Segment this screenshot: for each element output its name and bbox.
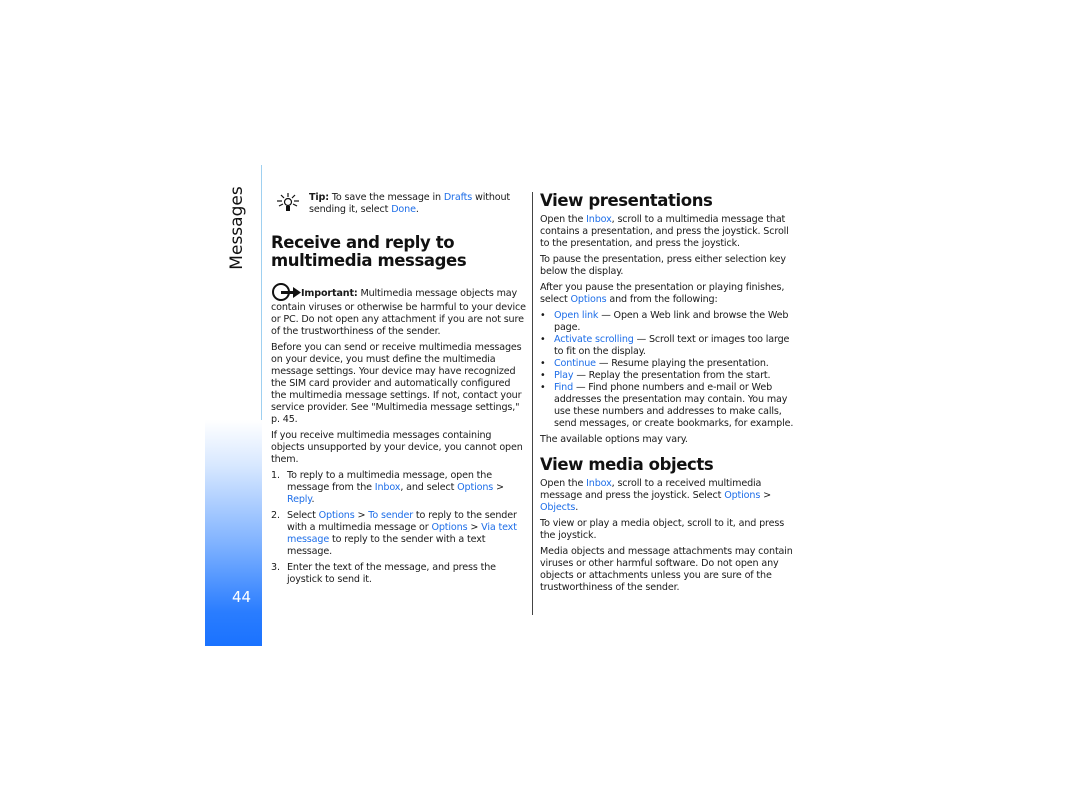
- important-note: Important: Multimedia message objects ma…: [271, 282, 527, 338]
- right-column: View presentations Open the Inbox, scrol…: [540, 192, 796, 598]
- list-item: • Open link — Open a Web link and browse …: [540, 310, 789, 333]
- list-item: 2. Select Options > To sender to reply t…: [271, 510, 517, 557]
- section-label-text: Messages: [227, 186, 247, 270]
- steps-list: 1. To reply to a multimedia message, ope…: [271, 470, 527, 586]
- options-link: Options: [570, 294, 607, 305]
- option-open-link: Open link: [554, 310, 599, 321]
- bullet-icon: •: [540, 382, 546, 393]
- bullet-icon: •: [540, 334, 546, 345]
- bullet-icon: •: [540, 370, 546, 381]
- section-heading-view-media-objects: View media objects: [540, 455, 714, 474]
- list-item: • Activate scrolling — Scroll text or ima…: [540, 334, 790, 357]
- paragraph: Open the Inbox, scroll to a received mul…: [540, 478, 771, 513]
- important-label: Important:: [301, 288, 358, 299]
- section-label: Messages: [222, 186, 252, 270]
- inbox-link: Inbox: [586, 214, 612, 225]
- presentation-options-list: • Open link — Open a Web link and browse …: [540, 310, 796, 430]
- option-find: Find: [554, 382, 574, 393]
- option-play: Play: [554, 370, 574, 381]
- tip-note: Tip: To save the message in Drafts witho…: [271, 192, 527, 216]
- list-item: • Play — Replay the presentation from the…: [540, 370, 771, 381]
- option-continue: Continue: [554, 358, 596, 369]
- page-number-tab: [205, 420, 262, 646]
- inbox-link: Inbox: [374, 482, 401, 493]
- section-heading-receive-reply: Receive and reply to multimedia messages: [271, 233, 467, 270]
- page-number: 44: [232, 588, 252, 606]
- inbox-link: Inbox: [586, 478, 612, 489]
- lightbulb-icon: [277, 193, 299, 211]
- list-item: • Find — Find phone numbers and e-mail or…: [540, 382, 794, 429]
- important-icon: [272, 283, 301, 301]
- bullet-icon: •: [540, 310, 546, 321]
- option-activate-scrolling: Activate scrolling: [554, 334, 634, 345]
- paragraph: The available options may vary.: [540, 434, 688, 445]
- options-link: Options: [318, 510, 355, 521]
- options-link: Options: [724, 490, 761, 501]
- paragraph: Before you can send or receive multimedi…: [271, 342, 522, 425]
- drafts-link: Drafts: [443, 192, 473, 203]
- column-divider: [532, 192, 533, 615]
- options-link: Options: [431, 522, 468, 533]
- paragraph: To view or play a media object, scroll t…: [540, 518, 785, 541]
- options-link: Options: [457, 482, 494, 493]
- paragraph: If you receive multimedia messages conta…: [271, 430, 523, 465]
- list-item: 3. Enter the text of the message, and pr…: [271, 562, 496, 585]
- list-item: • Continue — Resume playing the presentat…: [540, 358, 769, 369]
- reply-link: Reply: [287, 494, 312, 505]
- section-heading-view-presentations: View presentations: [540, 191, 713, 210]
- to-sender-link: To sender: [368, 510, 413, 521]
- list-item: 1. To reply to a multimedia message, ope…: [271, 470, 504, 505]
- paragraph: After you pause the presentation or play…: [540, 282, 785, 305]
- bullet-icon: •: [540, 358, 546, 369]
- left-column: Tip: To save the message in Drafts witho…: [271, 192, 527, 590]
- paragraph: Open the Inbox, scroll to a multimedia m…: [540, 214, 789, 249]
- done-link: Done: [391, 204, 416, 215]
- paragraph: Media objects and message attachments ma…: [540, 546, 793, 593]
- objects-link: Objects: [540, 502, 576, 513]
- paragraph: To pause the presentation, press either …: [540, 254, 786, 277]
- tip-label: Tip:: [309, 192, 329, 203]
